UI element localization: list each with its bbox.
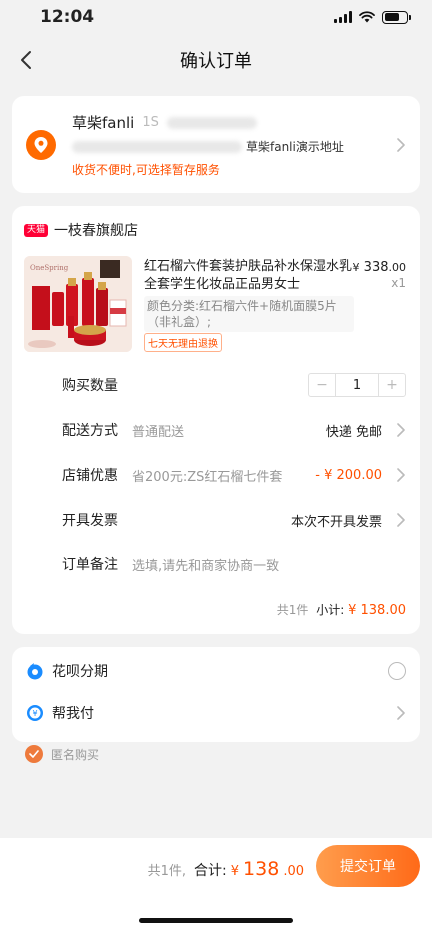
subtotal-count: 共1件	[276, 603, 309, 617]
remark-row: 订单备注 选填,请先和商家协商一致	[62, 552, 406, 576]
chevron-right-icon	[397, 138, 405, 152]
invoice-value: 本次不开具发票	[290, 514, 382, 530]
total-label: 合计:	[194, 863, 227, 879]
home-indicator[interactable]	[139, 918, 293, 923]
huabei-row[interactable]: 花呗分期	[26, 659, 406, 683]
product-title[interactable]: 红石榴六件套装护肤品补水保湿水乳全套学生化妆品正品男女士	[144, 258, 356, 294]
quantity-stepper: − 1 +	[308, 373, 406, 397]
svg-text:OneSpring: OneSpring	[30, 264, 69, 272]
recipient-name: 草柴fanli	[72, 114, 135, 132]
chevron-right-icon	[397, 423, 405, 437]
wifi-icon	[359, 11, 375, 23]
remark-input[interactable]: 选填,请先和商家协商一致	[132, 555, 279, 574]
total-count: 共1件,	[147, 864, 187, 879]
tmall-badge: 天猫	[24, 223, 49, 237]
svg-text:¥: ¥	[32, 709, 37, 718]
address-blur	[72, 140, 242, 153]
signal-icon	[334, 11, 352, 23]
invoice-label: 开具发票	[62, 513, 118, 529]
subtotal: 共1件 小计: ¥ 138.00	[277, 601, 406, 618]
battery-icon	[382, 10, 411, 24]
product-price: ¥ 338.00	[353, 260, 406, 275]
help-pay-label: 帮我付	[52, 706, 94, 722]
subtotal-label: 小计:	[316, 603, 345, 617]
product-spec[interactable]: 颜色分类:红石榴六件+随机面膜5片（非礼盒）;	[144, 296, 354, 332]
submit-order-button[interactable]: 提交订单	[316, 845, 420, 887]
shop-header[interactable]: 天猫 一枝春旗舰店	[24, 220, 138, 240]
chevron-right-icon	[397, 706, 405, 720]
delivery-value: 快递 免邮	[325, 424, 382, 440]
price-decimal: .00	[388, 261, 407, 274]
remark-label: 订单备注	[62, 557, 118, 573]
delivery-label: 配送方式	[62, 423, 118, 439]
discount-value: - ¥ 200.00	[315, 467, 382, 483]
quantity-label: 购买数量	[62, 378, 118, 394]
subtotal-amount: ¥ 138.00	[348, 603, 406, 618]
help-pay-row[interactable]: ¥ 帮我付	[26, 701, 406, 725]
address-detail: 草柴fanli演示地址	[72, 138, 344, 155]
page-title: 确认订单	[180, 51, 252, 72]
delivery-row[interactable]: 配送方式 普通配送 快递 免邮	[62, 418, 406, 442]
huabei-radio[interactable]	[388, 662, 406, 680]
chevron-right-icon	[397, 513, 405, 527]
address-detail-text: 草柴fanli演示地址	[246, 140, 344, 154]
invoice-row[interactable]: 开具发票 本次不开具发票	[62, 508, 406, 532]
back-button[interactable]	[12, 46, 40, 74]
product-image[interactable]: OneSpring	[24, 256, 132, 352]
huabei-icon	[26, 662, 44, 680]
check-circle-icon[interactable]	[25, 745, 43, 763]
quantity-plus-button[interactable]: +	[379, 374, 405, 396]
bottom-bar: 共1件, 合计: ¥ 138.00 提交订单	[0, 838, 432, 931]
quantity-input[interactable]: 1	[335, 374, 379, 396]
product-quantity: x1	[391, 276, 406, 290]
address-name-row: 草柴fanli 1S	[72, 112, 257, 133]
recipient-phone: 1S	[142, 115, 159, 130]
return-badge: 七天无理由退换	[144, 333, 222, 352]
address-card[interactable]: 草柴fanli 1S 草柴fanli演示地址 收货不便时,可选择暂存服务	[12, 96, 420, 193]
location-pin-icon	[26, 130, 56, 160]
discount-row[interactable]: 店铺优惠 省200元:ZS红石榴七件套 - ¥ 200.00	[62, 463, 406, 487]
help-pay-icon: ¥	[26, 704, 44, 722]
shop-order-card: 天猫 一枝春旗舰店 OneSpring 红石榴六件套装护肤品补水保湿水乳全套学生…	[12, 206, 420, 634]
payment-card: 花呗分期 ¥ 帮我付	[12, 647, 420, 742]
shop-name: 一枝春旗舰店	[54, 223, 139, 239]
quantity-minus-button[interactable]: −	[309, 374, 335, 396]
status-time: 12:04	[40, 7, 95, 27]
total-decimal: .00	[283, 864, 304, 879]
chevron-right-icon	[397, 468, 405, 482]
discount-detail: 省200元:ZS红石榴七件套	[132, 469, 283, 485]
phone-blur	[166, 116, 257, 129]
order-total-summary: 共1件, 合计: ¥ 138.00	[148, 858, 304, 880]
chevron-left-icon	[21, 51, 31, 69]
address-hint[interactable]: 收货不便时,可选择暂存服务	[72, 161, 220, 178]
anonymous-purchase-row[interactable]: 匿名购买	[25, 745, 99, 763]
anonymous-label: 匿名购买	[51, 747, 100, 762]
status-icons	[334, 10, 411, 24]
huabei-label: 花呗分期	[52, 664, 108, 680]
price-integer: 338	[363, 260, 389, 275]
price-currency: ¥	[352, 261, 360, 274]
total-amount: 138	[243, 858, 280, 880]
discount-label: 店铺优惠	[62, 468, 118, 484]
delivery-method: 普通配送	[132, 424, 185, 440]
total-currency: ¥	[230, 864, 240, 879]
nav-bar: 确认订单	[0, 34, 432, 86]
status-bar: 12:04	[0, 0, 432, 34]
